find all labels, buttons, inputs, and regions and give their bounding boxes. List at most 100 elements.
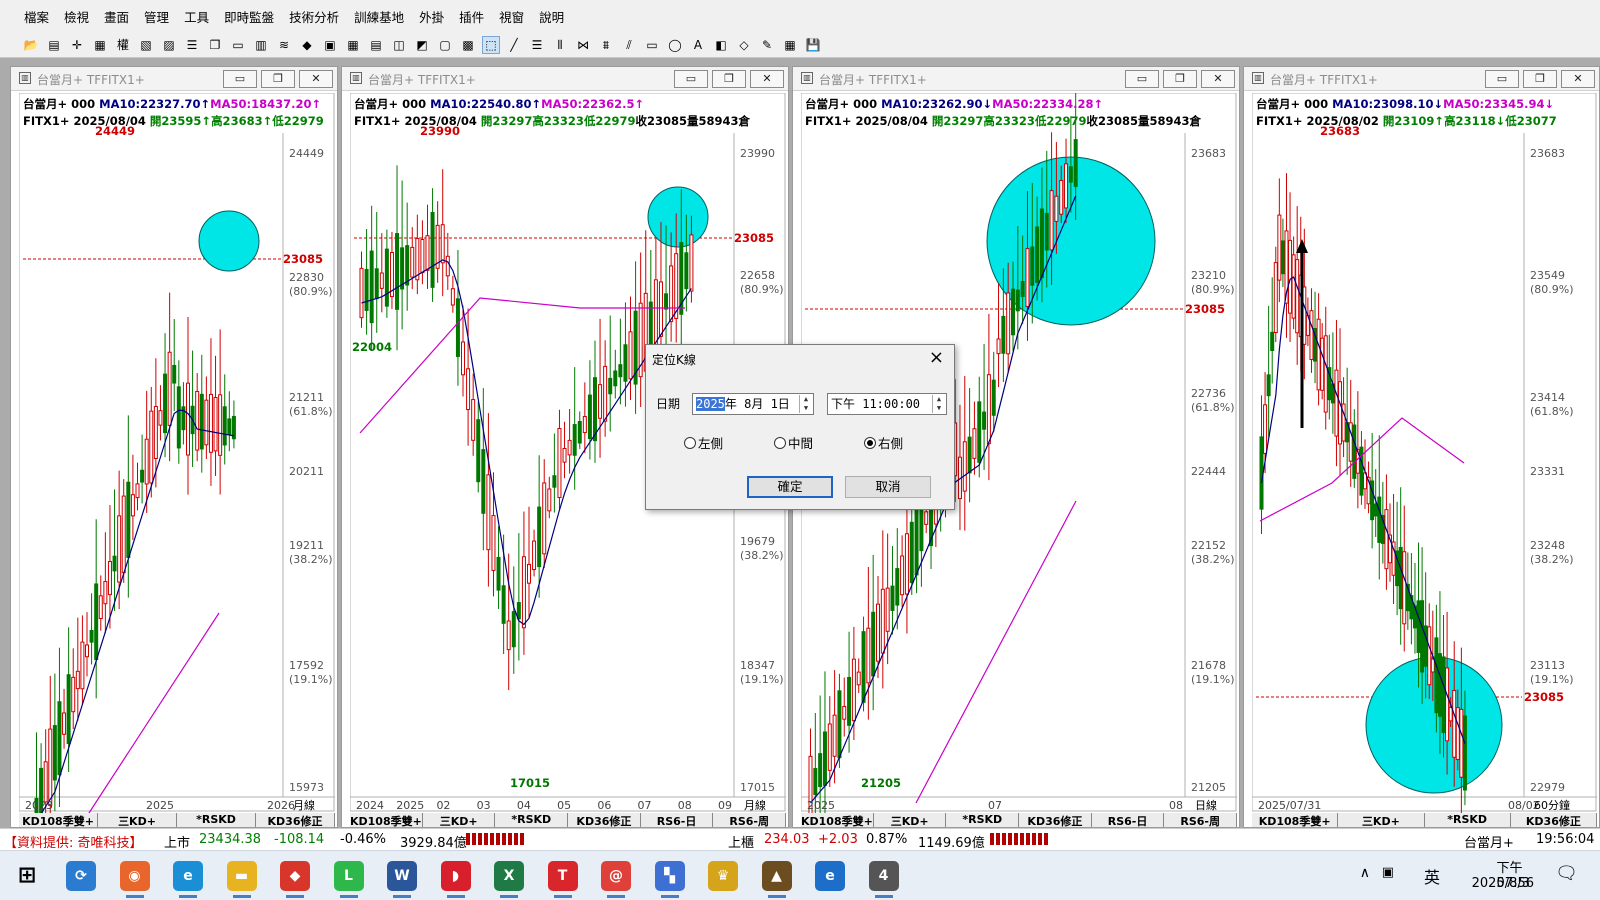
- excel-icon[interactable]: X: [494, 861, 524, 898]
- minimize-icon[interactable]: ▭: [1485, 70, 1519, 88]
- doc-icon[interactable]: ▭: [229, 36, 247, 54]
- chart-x-icon[interactable]: ▨: [160, 36, 178, 54]
- close-icon[interactable]: ✕: [1201, 70, 1235, 88]
- app-crown-icon[interactable]: ♛: [708, 861, 738, 891]
- chart-window-1[interactable]: ▥ 台當月+ TFFITX1+ ▭ ❐ ✕ 24449 22830 (80.9%) 21211(…: [10, 66, 338, 828]
- line-tool-icon[interactable]: ╱: [505, 36, 523, 54]
- chart-window-4[interactable]: ▥ 台當月+ TFFITX1+ ▭ ❐ ✕ 23683 23549 (80.9%) 23414(…: [1243, 66, 1600, 828]
- export-icon[interactable]: ▥: [252, 36, 270, 54]
- app-swirl-icon[interactable]: @: [601, 861, 631, 898]
- indicator-tab-2[interactable]: *RSKD: [946, 813, 1020, 827]
- indicator-tab-3[interactable]: KD36修正: [1510, 813, 1597, 827]
- app-tt-icon[interactable]: T: [547, 861, 578, 898]
- tray-chevron-icon[interactable]: ∧: [1360, 865, 1370, 881]
- grid-icon[interactable]: ▦: [91, 36, 109, 54]
- radio-right[interactable]: 右側: [864, 433, 903, 452]
- palette-icon[interactable]: ▦: [781, 36, 799, 54]
- indicator-tab-3[interactable]: KD36修正: [568, 813, 641, 827]
- radio-middle[interactable]: 中間: [774, 433, 813, 452]
- erase-icon[interactable]: ◧: [712, 36, 730, 54]
- channel-icon[interactable]: ⫽: [620, 36, 638, 54]
- font-icon[interactable]: A: [689, 36, 707, 54]
- date-spinner[interactable]: ▲ ▼: [799, 395, 812, 413]
- indicator-tab-5[interactable]: RS6-周: [1164, 813, 1237, 827]
- indicator-tab-0[interactable]: KD108季雙+: [1252, 813, 1339, 827]
- fib-icon[interactable]: ⩩: [597, 36, 615, 54]
- windows-start-icon[interactable]: ⊞: [12, 861, 42, 891]
- list-icon[interactable]: ☰: [183, 36, 201, 54]
- firefox-icon[interactable]: ◉: [119, 861, 150, 898]
- date-picker[interactable]: 2025年 8月 1日 ▲ ▼: [692, 393, 814, 415]
- menu-item-6[interactable]: 技術分析: [289, 7, 339, 26]
- tray-device-icon[interactable]: ▣: [1382, 865, 1394, 880]
- close-icon[interactable]: ✕: [1561, 70, 1595, 88]
- time-spinner[interactable]: ▲ ▼: [932, 395, 945, 413]
- word-icon[interactable]: W: [387, 861, 417, 898]
- window-titlebar[interactable]: ▥ 台當月+ TFFITX1+ ▭ ❐ ✕: [793, 67, 1239, 91]
- text-tool-icon[interactable]: ☰: [528, 36, 546, 54]
- rectangle-icon[interactable]: ▭: [643, 36, 661, 54]
- stack-icon[interactable]: ≋: [275, 36, 293, 54]
- restore-icon[interactable]: ❐: [1523, 70, 1557, 88]
- chart-red-icon[interactable]: ▧: [137, 36, 155, 54]
- ie-icon[interactable]: e: [815, 861, 845, 891]
- anydesk-icon[interactable]: ◆: [280, 861, 310, 898]
- menu-item-10[interactable]: 視窗: [499, 7, 524, 26]
- window-icon[interactable]: ▢: [436, 36, 454, 54]
- radio-left-dot[interactable]: [684, 436, 696, 449]
- indicator-tab-2[interactable]: *RSKD: [1424, 813, 1511, 827]
- rights-icon[interactable]: 權: [114, 36, 132, 54]
- indicator-tab-0[interactable]: KD108季雙+: [801, 813, 874, 827]
- menu-item-0[interactable]: 檔案: [24, 7, 49, 26]
- indicator-tab-3[interactable]: KD36修正: [1019, 813, 1092, 827]
- restore-icon[interactable]: ❐: [712, 70, 746, 88]
- cancel-button[interactable]: 取消: [845, 476, 931, 498]
- close-icon[interactable]: ×: [929, 347, 944, 368]
- chart-canvas[interactable]: 2368323549(80.9%)23414(61.8%)2333123248(…: [1252, 93, 1597, 827]
- indicator-tab-1[interactable]: 三KD+: [873, 813, 947, 827]
- crosshair-icon[interactable]: ✛: [68, 36, 86, 54]
- radio-middle-dot[interactable]: [774, 436, 786, 449]
- close-icon[interactable]: ✕: [299, 70, 333, 88]
- menu-item-8[interactable]: 外掛: [419, 7, 444, 26]
- candlestick-chart[interactable]: 23683 23549 (80.9%) 23414 (61.8%) 23331 23248(…: [1252, 93, 1597, 827]
- alert-icon[interactable]: ◆: [298, 36, 316, 54]
- menu-item-3[interactable]: 管理: [144, 7, 169, 26]
- app-bag-icon[interactable]: ▲: [761, 861, 792, 898]
- print-icon[interactable]: ▩: [459, 36, 477, 54]
- window-titlebar[interactable]: ▥ 台當月+ TFFITX1+ ▭ ❐ ✕: [11, 67, 337, 91]
- edge-icon[interactable]: e: [173, 861, 203, 898]
- indicator-tab-2[interactable]: *RSKD: [177, 813, 256, 827]
- layout-icon[interactable]: ▤: [45, 36, 63, 54]
- minimize-icon[interactable]: ▭: [1125, 70, 1159, 88]
- edit-icon[interactable]: ✎: [758, 36, 776, 54]
- open-folder-icon[interactable]: 📂: [22, 36, 40, 54]
- app-grid-icon[interactable]: ▚: [654, 861, 685, 898]
- menu-item-5[interactable]: 即時監盤: [224, 7, 274, 26]
- app-red-icon[interactable]: ◗: [440, 861, 471, 898]
- copy-icon[interactable]: ❐: [206, 36, 224, 54]
- window-titlebar[interactable]: ▥ 台當月+ TFFITX1+ ▭ ❐ ✕: [1244, 67, 1599, 91]
- draw-select-icon[interactable]: ⬚: [482, 35, 500, 54]
- fan-icon[interactable]: ⋈: [574, 36, 592, 54]
- candlestick-chart[interactable]: 24449 22830 (80.9%) 21211 (61.8%) 20211 19211(…: [19, 93, 335, 827]
- indicator-tab-0[interactable]: KD108季雙+: [19, 813, 98, 827]
- table2-icon[interactable]: ▤: [367, 36, 385, 54]
- menu-item-4[interactable]: 工具: [184, 7, 209, 26]
- excel-icon[interactable]: ▣: [321, 36, 339, 54]
- menu-item-11[interactable]: 說明: [539, 7, 564, 26]
- input-language[interactable]: 英: [1424, 864, 1440, 888]
- minimize-icon[interactable]: ▭: [674, 70, 708, 88]
- indicator-tab-4[interactable]: RS6-日: [640, 813, 714, 827]
- minimize-icon[interactable]: ▭: [223, 70, 257, 88]
- close-icon[interactable]: ✕: [750, 70, 784, 88]
- chart-canvas[interactable]: 2444922830(80.9%)21211(61.8%)2021119211(…: [19, 93, 335, 827]
- file-explorer-icon[interactable]: ▬: [226, 861, 257, 898]
- indicator-tab-0[interactable]: KD108季雙+: [350, 813, 423, 827]
- app-sync-icon[interactable]: ⟳: [66, 861, 96, 891]
- radio-left[interactable]: 左側: [684, 433, 723, 452]
- vertical-lines-icon[interactable]: ⦀: [551, 36, 569, 54]
- app-4-icon[interactable]: 4: [868, 861, 899, 898]
- indicator-tab-2[interactable]: *RSKD: [495, 813, 569, 827]
- ok-button[interactable]: 確定: [747, 476, 833, 498]
